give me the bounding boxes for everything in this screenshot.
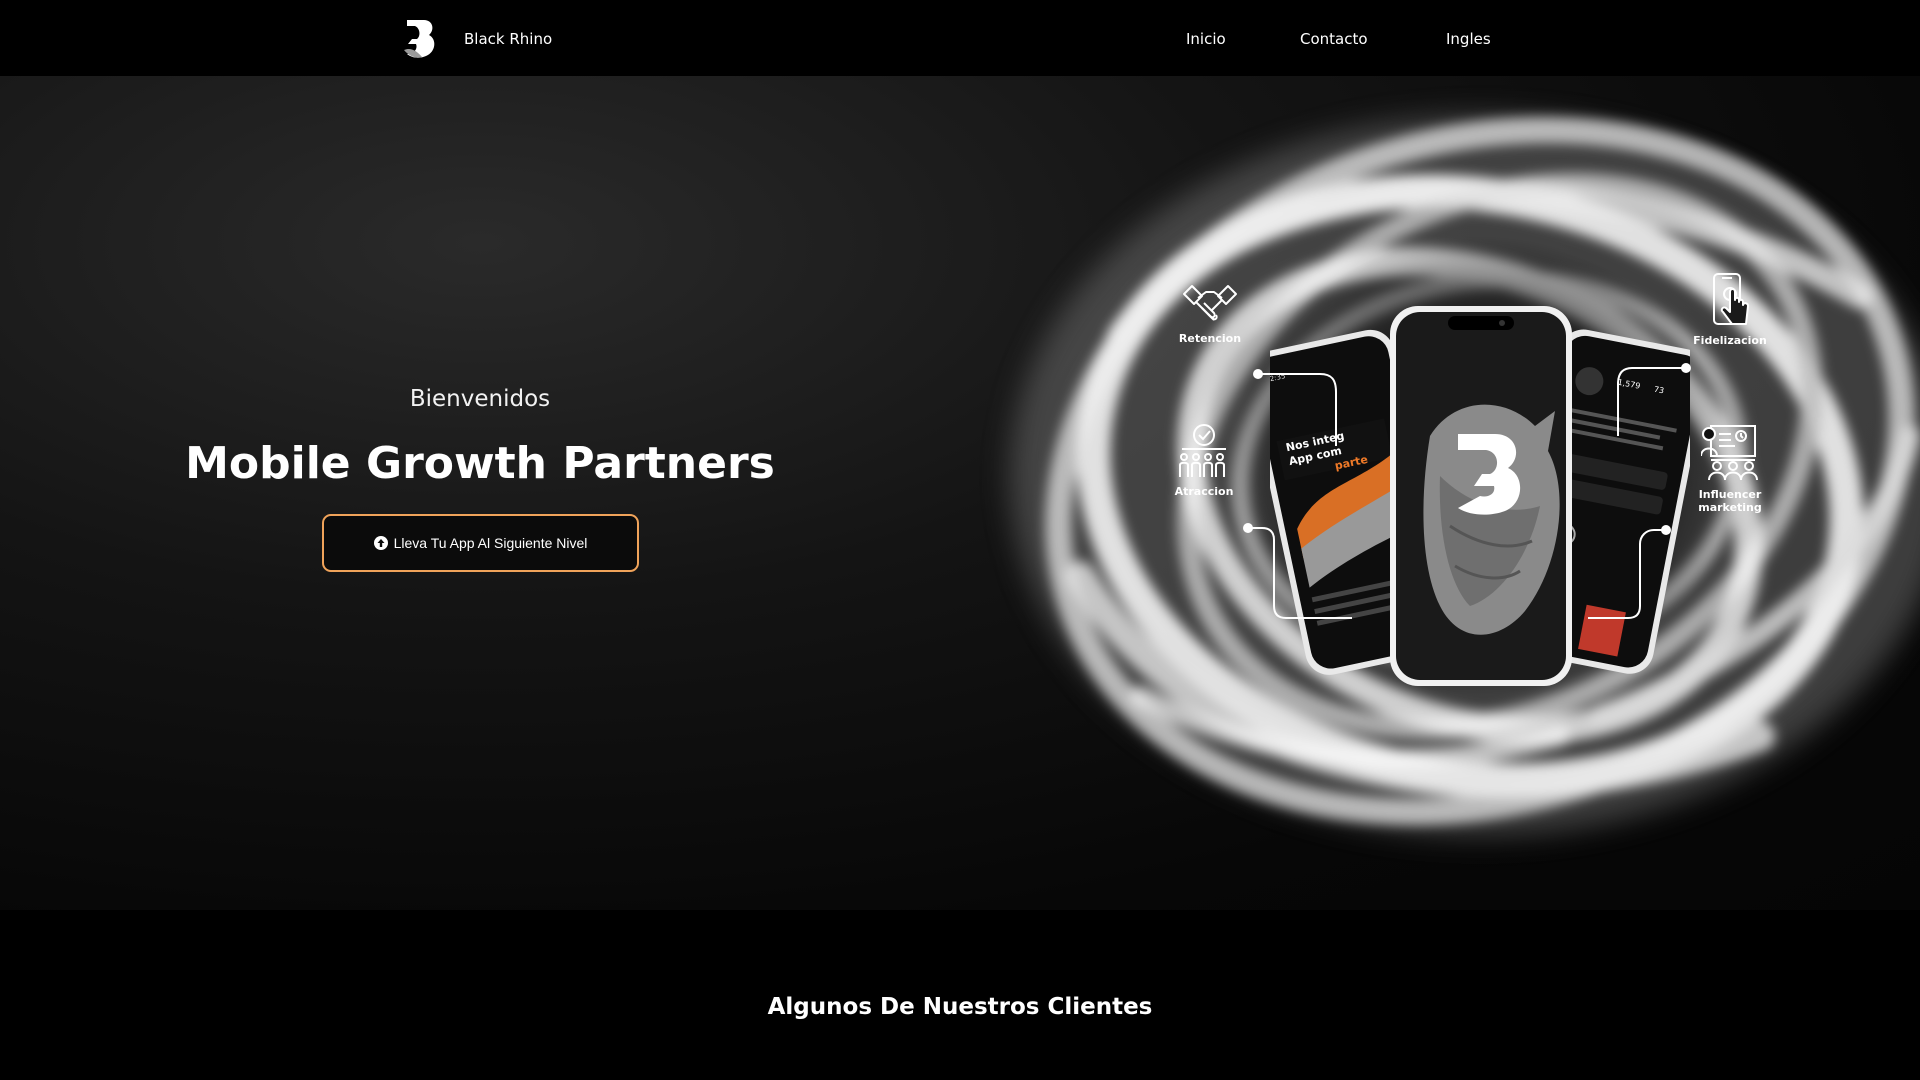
headline-light: Mobile: [185, 438, 366, 489]
audience-check-icon: [1179, 424, 1226, 477]
handshake-icon: [1183, 285, 1237, 321]
feature-atraccion: Atraccion: [1164, 423, 1244, 498]
nav-link-contacto[interactable]: Contacto: [1300, 30, 1368, 48]
cta-label: Lleva Tu App Al Siguiente Nivel: [393, 535, 588, 551]
feature-label-retencion: Retencion: [1178, 332, 1242, 345]
clients-title: Algunos De Nuestros Clientes: [0, 994, 1920, 1020]
feature-label-fidelizacion: Fidelizacion: [1693, 334, 1767, 347]
arrow-up-circle-icon: [373, 536, 388, 550]
feature-label-atraccion: Atraccion: [1174, 485, 1234, 498]
hero-headline: Mobile Growth Partners: [180, 438, 780, 489]
clients-title-light: Algunos De Nuestros: [767, 994, 1048, 1020]
feature-connectors: [1243, 363, 1691, 619]
headline-bold: Growth Partners: [365, 438, 775, 489]
phone-tap-icon: [1713, 273, 1749, 325]
main-nav: Inicio Contacto Ingles: [0, 30, 1920, 50]
feature-influencer-marketing: Influencer marketing: [1690, 424, 1770, 514]
feature-retencion: Retencion: [1168, 280, 1252, 345]
feature-label-influencer-1: Influencer: [1698, 488, 1762, 501]
nav-link-inicio[interactable]: Inicio: [1186, 30, 1226, 48]
nav-link-ingles[interactable]: Ingles: [1446, 30, 1491, 48]
hero-section: Bienvenidos Mobile Growth Partners Lleva…: [0, 76, 1920, 910]
influencer-screen-icon: [1701, 425, 1758, 481]
clients-section: Algunos De Nuestros Clientes: [0, 910, 1920, 1080]
feature-fidelizacion: Fidelizacion: [1690, 272, 1770, 347]
cta-button[interactable]: Lleva Tu App Al Siguiente Nivel: [322, 514, 639, 572]
welcome-text: Bienvenidos: [409, 386, 551, 412]
top-navbar: Black Rhino Inicio Contacto Ingles: [0, 0, 1920, 76]
feature-label-influencer-2: marketing: [1698, 501, 1762, 514]
clients-title-bold: Clientes: [1047, 994, 1153, 1020]
